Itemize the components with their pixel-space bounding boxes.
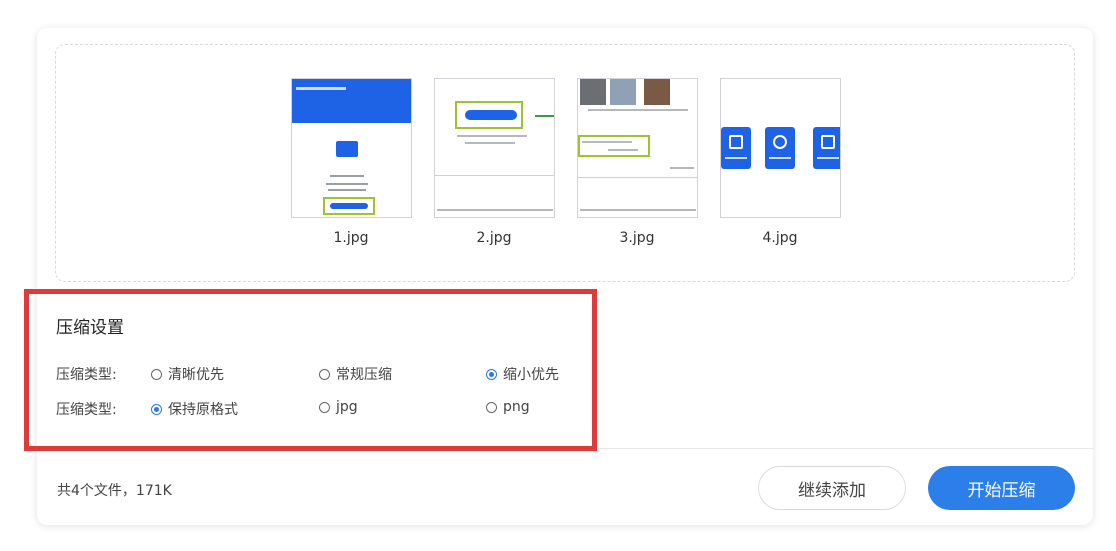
start-compress-button[interactable]: 开始压缩 <box>928 466 1075 510</box>
radio-label: 清晰优先 <box>168 367 224 383</box>
image-icon <box>335 141 358 157</box>
thumbnail-item[interactable]: 3.jpg <box>576 78 698 246</box>
thumbnail-image <box>433 78 555 218</box>
compress-panel: 1.jpg 2.jpg 3.jpg 4.jpg <box>37 28 1093 525</box>
thumbnail-filename: 2.jpg <box>476 230 512 246</box>
radio-size-first[interactable]: 缩小优先 <box>486 364 559 384</box>
arrow-icon <box>534 115 554 117</box>
radio-icon[interactable] <box>319 401 330 413</box>
radio-checked-icon[interactable] <box>151 403 162 415</box>
continue-add-button[interactable]: 继续添加 <box>758 466 906 510</box>
radio-icon[interactable] <box>151 368 162 380</box>
radio-label: png <box>503 399 530 415</box>
thumbnail-filename: 4.jpg <box>762 230 798 246</box>
thumbnail-item[interactable]: 2.jpg <box>433 78 555 246</box>
thumbnail-image <box>576 78 698 218</box>
footer-divider <box>597 448 1093 449</box>
radio-icon[interactable] <box>319 368 330 380</box>
thumbnail-filename: 3.jpg <box>619 230 655 246</box>
radio-label: 保持原格式 <box>168 402 238 418</box>
file-summary: 共4个文件，171K <box>57 483 172 499</box>
radio-keep-format[interactable]: 保持原格式 <box>151 399 238 419</box>
thumbnail-image <box>719 78 841 218</box>
thumbnail-list: 1.jpg 2.jpg 3.jpg 4.jpg <box>290 78 841 246</box>
settings-title: 压缩设置 <box>56 318 124 338</box>
compression-type-label: 压缩类型: <box>56 367 117 383</box>
thumbnail-image <box>290 78 412 218</box>
thumbnail-item[interactable]: 4.jpg <box>719 78 841 246</box>
thumbnail-item[interactable]: 1.jpg <box>290 78 412 246</box>
file-drop-zone[interactable]: 1.jpg 2.jpg 3.jpg 4.jpg <box>55 44 1075 282</box>
radio-checked-icon[interactable] <box>486 368 497 380</box>
radio-normal-compress[interactable]: 常规压缩 <box>319 364 392 384</box>
output-format-label: 压缩类型: <box>56 402 117 418</box>
radio-jpg[interactable]: jpg <box>319 399 358 415</box>
radio-clarity-first[interactable]: 清晰优先 <box>151 364 224 384</box>
radio-label: 缩小优先 <box>503 367 559 383</box>
radio-icon[interactable] <box>486 401 497 413</box>
radio-label: 常规压缩 <box>336 367 392 383</box>
radio-png[interactable]: png <box>486 399 530 415</box>
thumbnail-filename: 1.jpg <box>333 230 369 246</box>
radio-label: jpg <box>336 399 358 415</box>
